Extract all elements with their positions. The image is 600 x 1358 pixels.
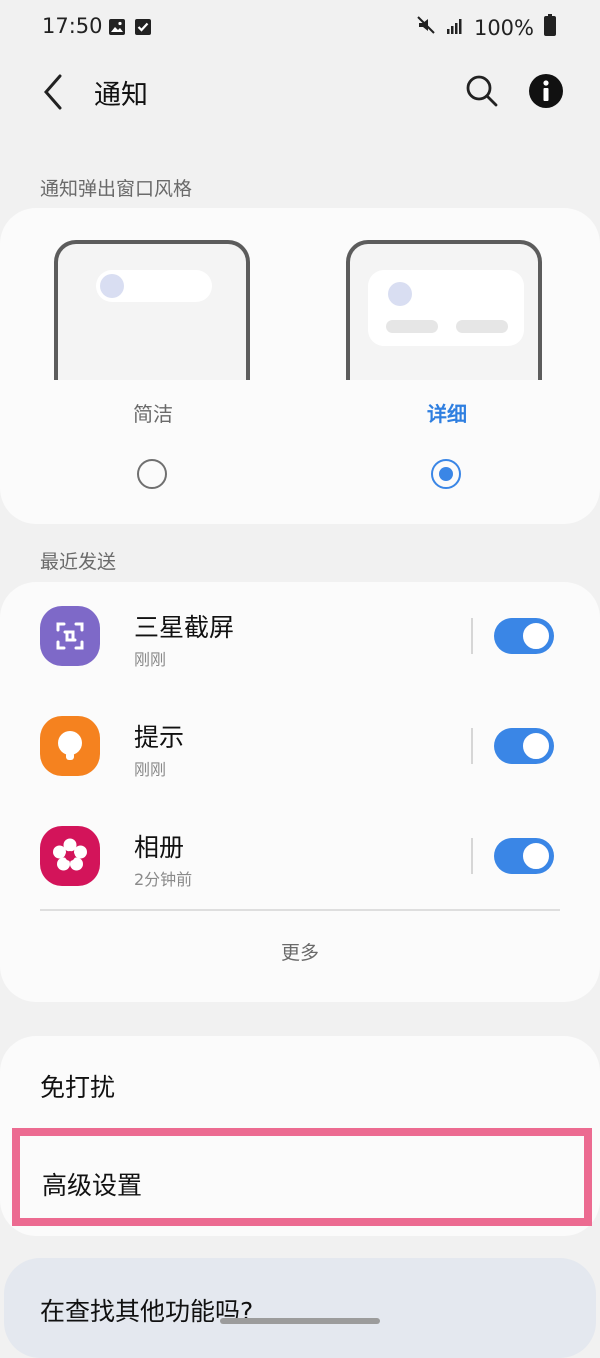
app-toggle[interactable] (494, 728, 554, 764)
tips-bulb-icon (40, 716, 100, 776)
suggestion-card[interactable]: 在查找其他功能吗? (4, 1258, 596, 1358)
search-button[interactable] (464, 73, 500, 109)
battery-level: 100% (473, 15, 534, 40)
divider (471, 728, 473, 764)
advanced-settings-item[interactable]: 高级设置 (12, 1128, 592, 1226)
brief-pill (96, 270, 212, 302)
divider (471, 618, 473, 654)
popup-style-card: 简洁 详细 (0, 208, 600, 524)
detailed-preview[interactable] (346, 240, 542, 380)
status-time: 17:50 (42, 14, 103, 38)
battery-icon (544, 14, 556, 41)
app-row-tips[interactable]: 提示 刚刚 (0, 692, 600, 802)
toggle-knob (521, 841, 551, 871)
preview-bar (456, 320, 508, 333)
toggle-knob (521, 621, 551, 651)
search-icon (466, 75, 498, 107)
gallery-flower-icon (40, 826, 100, 886)
more-label: 更多 (280, 942, 319, 964)
toggle-knob (521, 731, 551, 761)
do-not-disturb-label: 免打扰 (40, 1073, 116, 1102)
preview-dot (100, 274, 124, 298)
more-button[interactable]: 更多 (0, 912, 600, 982)
checkbox-notification-icon (134, 18, 152, 40)
info-button[interactable] (528, 73, 564, 109)
popup-style-label: 通知弹出窗口风格 (40, 178, 193, 200)
gallery-notification-icon (108, 18, 126, 40)
option-brief-radio[interactable] (137, 459, 167, 489)
brief-preview[interactable] (54, 240, 250, 380)
recent-label: 最近发送 (40, 551, 117, 573)
option-detailed-label: 详细 (427, 402, 467, 426)
page-title: 通知 (94, 80, 148, 111)
mute-icon (416, 15, 436, 40)
app-time: 刚刚 (134, 650, 167, 669)
app-row-gallery[interactable]: 相册 2分钟前 (0, 802, 600, 912)
advanced-settings-label: 高级设置 (42, 1171, 143, 1200)
screenshot-icon (40, 606, 100, 666)
app-toggle[interactable] (494, 618, 554, 654)
detailed-card (368, 270, 524, 346)
option-detailed-radio[interactable] (431, 459, 461, 489)
gesture-handle[interactable] (220, 1318, 380, 1324)
recent-card: 三星截屏 刚刚 提示 刚刚 相册 2分钟前 更多 (0, 582, 600, 1002)
app-name: 相册 (134, 833, 185, 862)
preview-dot (388, 282, 412, 306)
app-row-screenshot[interactable]: 三星截屏 刚刚 (0, 582, 600, 692)
signal-icon (446, 16, 464, 40)
app-toggle[interactable] (494, 838, 554, 874)
divider (471, 838, 473, 874)
app-name: 提示 (134, 723, 185, 752)
app-time: 2分钟前 (134, 870, 193, 889)
app-time: 刚刚 (134, 760, 167, 779)
option-brief-label: 简洁 (133, 402, 173, 426)
status-right: 100% (416, 14, 556, 41)
info-icon (529, 74, 563, 108)
do-not-disturb-item[interactable]: 免打扰 (0, 1036, 600, 1128)
back-arrow-icon (44, 74, 62, 110)
preview-bar (386, 320, 438, 333)
list-divider (40, 909, 560, 911)
app-name: 三星截屏 (134, 613, 235, 642)
back-button[interactable] (40, 72, 80, 112)
